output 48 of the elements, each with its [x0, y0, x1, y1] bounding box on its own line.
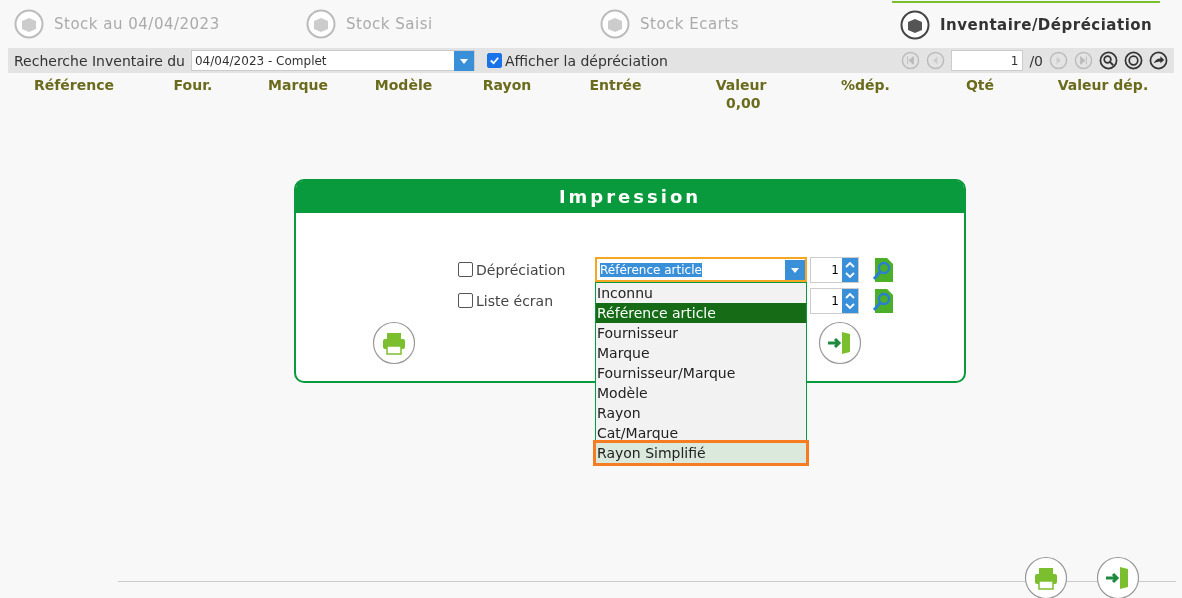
box-icon [900, 10, 930, 40]
option-checkbox[interactable] [458, 262, 473, 277]
box-icon [14, 9, 44, 39]
search-label: Recherche Inventaire du [14, 52, 185, 69]
total-value: 0,00 [726, 95, 761, 111]
option-label: Liste écran [476, 292, 554, 309]
print-button[interactable] [1024, 556, 1068, 598]
print-button[interactable] [372, 321, 416, 365]
column-header: Modèle [373, 77, 434, 93]
exit-button[interactable] [1096, 556, 1140, 598]
document-search-icon[interactable] [872, 287, 894, 314]
copies-spinner[interactable]: 1 [810, 287, 859, 314]
dropdown-option[interactable]: Modèle [596, 383, 806, 403]
column-header: Qté [964, 77, 996, 93]
dropdown-option[interactable]: Fournisseur [596, 323, 806, 343]
page-field[interactable]: 1 [951, 50, 1024, 71]
dropdown-option[interactable]: Rayon [596, 403, 806, 423]
inventory-select[interactable]: 04/04/2023 - Complet [191, 50, 475, 71]
column-header: %dép. [840, 77, 891, 93]
copies-spinner[interactable]: 1 [810, 256, 859, 283]
dialog-title: Impression [296, 181, 964, 213]
caret-icon[interactable] [785, 259, 805, 280]
dropdown-option[interactable]: Cat/Marque [596, 423, 806, 443]
checkmark-icon [489, 55, 500, 66]
box-icon [600, 9, 630, 39]
document-search-icon[interactable] [872, 256, 894, 283]
column-header: Entrée [588, 77, 643, 93]
option-checkbox[interactable] [458, 293, 473, 308]
page-total: /0 [1029, 52, 1043, 69]
exit-button[interactable] [818, 321, 862, 365]
column-header: Marque [267, 77, 329, 93]
show-depreciation-checkbox[interactable] [487, 53, 502, 68]
dropdown-option[interactable]: Inconnu [596, 283, 806, 303]
column-header: Four. [172, 77, 214, 93]
show-depreciation-label: Afficher la dépréciation [505, 52, 668, 69]
dropdown-option[interactable]: Fournisseur/Marque [596, 363, 806, 383]
column-header: Rayon [481, 77, 533, 93]
caret-icon[interactable] [454, 50, 474, 71]
option-label: Dépréciation [476, 261, 566, 278]
column-header: Valeur dép. [1056, 77, 1150, 93]
box-icon [306, 9, 336, 39]
column-header: Valeur [714, 77, 768, 93]
search-icon[interactable] [1099, 51, 1118, 70]
dropdown-option[interactable]: Marque [596, 343, 806, 363]
share-icon[interactable] [1149, 51, 1168, 70]
column-header: Référence [33, 77, 115, 93]
dropdown-option[interactable]: Référence article [596, 303, 806, 323]
dropdown-option[interactable]: Rayon Simplifié [596, 443, 806, 463]
